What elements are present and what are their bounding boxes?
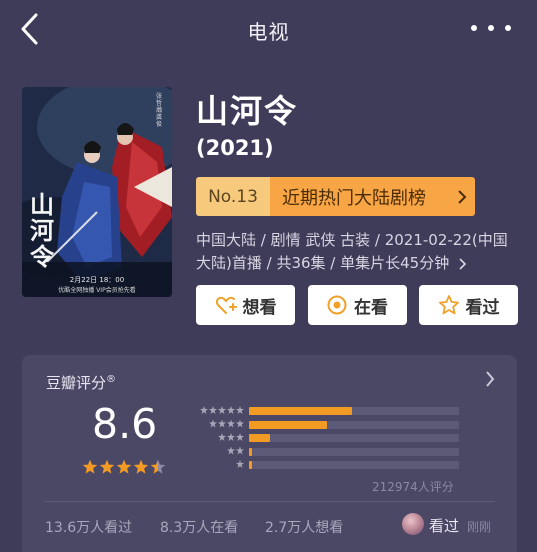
- distribution-row-4-star: [190, 418, 460, 432]
- small-star-icon: [200, 406, 208, 414]
- more-button[interactable]: [471, 18, 511, 38]
- rank-number: No.13: [196, 177, 270, 216]
- poster-air-date: 2月22日 18：00: [69, 276, 125, 284]
- star-icon: [82, 459, 98, 474]
- registered-mark: ®: [106, 374, 117, 385]
- small-star-icon: [209, 419, 217, 428]
- show-meta-info[interactable]: 中国大陆 / 剧情 武侠 古装 / 2021-02-22(中国大陆)首播 / 共…: [196, 229, 514, 275]
- poster-side-text: 张哲瀚 龚俊: [156, 93, 163, 128]
- heart-plus-icon: [215, 296, 237, 314]
- distribution-bar-track: [249, 461, 459, 469]
- small-star-icon: [218, 406, 226, 414]
- poster-subtitle: 优酷全网独播 VIP会员抢先看: [58, 287, 136, 294]
- small-stars: [218, 433, 244, 442]
- want-label: 想看: [242, 297, 277, 318]
- small-star-icon: [227, 406, 235, 414]
- small-stars: [236, 460, 244, 469]
- small-star-icon: [236, 460, 244, 468]
- distribution-bar-track: [249, 434, 459, 442]
- watched-label: 看过: [465, 297, 500, 318]
- distribution-row-3-star: [190, 431, 460, 445]
- watching-button[interactable]: 在看: [307, 285, 407, 325]
- star-outline-icon: [438, 295, 459, 315]
- distribution-bar-fill: [249, 461, 253, 469]
- star-icon: [99, 459, 115, 474]
- rating-label: 豆瓣评分: [46, 374, 107, 392]
- small-star-icon: [218, 433, 226, 441]
- small-stars: [227, 446, 244, 456]
- small-star-icon: [227, 433, 235, 441]
- small-stars: [200, 406, 244, 415]
- rank-list-name: 近期热门大陆剧榜: [270, 177, 449, 216]
- chevron-right-icon: [449, 177, 475, 216]
- show-year: (2021): [196, 136, 274, 160]
- avatar[interactable]: [402, 513, 424, 535]
- watching-count[interactable]: 8.3万人在看: [160, 517, 238, 537]
- distribution-row-2-star: [190, 445, 460, 459]
- want-button[interactable]: 想看: [196, 285, 295, 325]
- distribution-row-1-star: [190, 458, 460, 472]
- chevron-right-icon: [459, 257, 467, 270]
- ellipsis-icon: [471, 25, 477, 31]
- rank-badge[interactable]: No.13 近期热门大陆剧榜: [196, 177, 475, 216]
- small-star-icon: [218, 419, 226, 428]
- rating-card: 豆瓣评分® 8.6 212974人评分 13.6万人看过 8.3万人在看 2.7…: [22, 355, 517, 552]
- distribution-bar-track: [249, 420, 459, 429]
- rating-stars: [82, 459, 166, 477]
- watched-button[interactable]: 看过: [419, 285, 518, 325]
- page-title: 电视: [247, 20, 290, 44]
- poster-title: 山河令: [30, 190, 54, 271]
- watching-label: 在看: [354, 297, 388, 318]
- distribution-bar-fill: [249, 447, 253, 456]
- rating-source-label: 豆瓣评分®: [46, 372, 116, 393]
- want-count[interactable]: 2.7万人想看: [265, 517, 343, 537]
- small-star-icon: [236, 406, 244, 414]
- distribution-bar-track: [249, 447, 459, 456]
- star-icon: [133, 459, 149, 474]
- star-icon: [116, 459, 132, 474]
- show-title: 山河令: [196, 92, 299, 130]
- small-star-icon: [236, 446, 244, 455]
- small-star-icon: [236, 419, 244, 428]
- rating-count: 212974人评分: [372, 480, 454, 494]
- top-bar: 电视: [0, 0, 537, 60]
- target-circle-icon: [327, 295, 347, 315]
- recent-time: 刚刚: [467, 520, 492, 534]
- distribution-bar-track: [249, 407, 459, 415]
- small-star-icon: [236, 433, 244, 441]
- watched-count[interactable]: 13.6万人看过: [45, 517, 132, 537]
- divider: [44, 501, 495, 502]
- distribution-bar-fill: [249, 420, 327, 429]
- distribution-row-5-star: [190, 404, 460, 418]
- rating-distribution: [190, 404, 460, 472]
- small-star-icon: [227, 419, 235, 428]
- small-star-icon: [227, 446, 235, 455]
- rating-score: 8.6: [92, 400, 158, 448]
- poster-image[interactable]: 张哲瀚 龚俊 山河令 2月22日 18：00 优酷全网独播 VIP会员抢先看: [22, 87, 172, 297]
- small-star-icon: [209, 406, 217, 414]
- recent-status: 看过: [429, 517, 460, 535]
- distribution-bar-fill: [249, 407, 352, 415]
- chevron-right-icon: [486, 371, 495, 387]
- distribution-bar-fill: [249, 434, 270, 442]
- star-icon: [150, 459, 166, 474]
- action-buttons: 想看 在看 看过: [196, 285, 518, 325]
- small-stars: [209, 419, 244, 429]
- rating-detail-button[interactable]: [485, 371, 495, 392]
